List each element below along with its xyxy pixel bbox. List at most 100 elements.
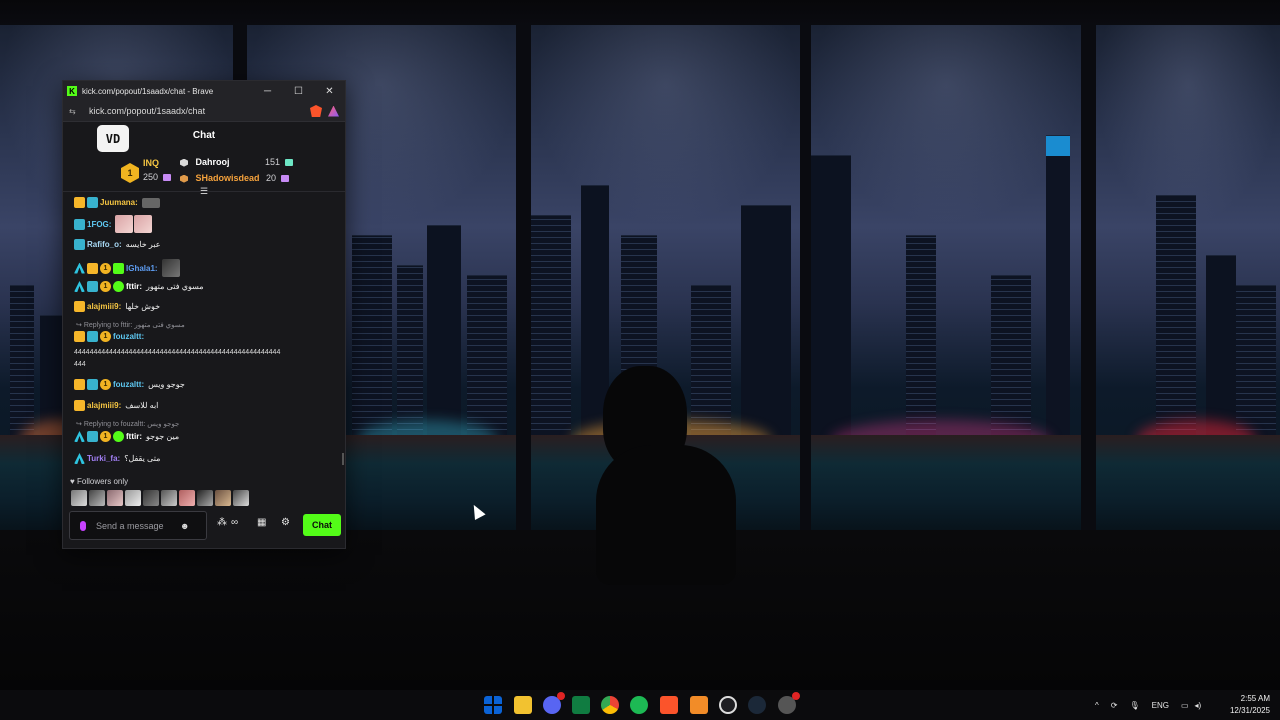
leader-third-name[interactable]: SHadowisdead: [196, 173, 260, 183]
chrome-icon[interactable]: [601, 696, 619, 714]
message-text: عبر خايسه: [125, 240, 161, 249]
infinity-icon[interactable]: ∞: [231, 517, 238, 528]
browser-popup-window[interactable]: K kick.com/popout/1saadx/chat - Brave ─ …: [62, 80, 346, 549]
og-badge-icon: [74, 453, 85, 464]
sub-badge-icon: [87, 379, 98, 390]
spotify-icon[interactable]: [630, 696, 648, 714]
app-icon[interactable]: [690, 696, 708, 714]
avatar[interactable]: [89, 490, 105, 506]
microphone-icon[interactable]: 🎙: [1129, 701, 1139, 710]
leader-third-row: SHadowisdead: [180, 173, 260, 183]
windows-start-icon[interactable]: [484, 696, 502, 714]
brave-shields-icon[interactable]: [310, 105, 322, 117]
site-settings-icon[interactable]: ⇆: [69, 107, 79, 116]
leader-second-row: Dahrooj: [180, 157, 230, 167]
discord-icon[interactable]: [543, 692, 565, 714]
microphone-icon[interactable]: [80, 520, 86, 531]
avatar[interactable]: [161, 490, 177, 506]
username[interactable]: 1FOG:: [87, 220, 111, 229]
message-input[interactable]: [96, 520, 176, 531]
sub-badge-icon: [87, 431, 98, 442]
address-bar[interactable]: ⇆ kick.com/popout/1saadx/chat: [63, 101, 345, 122]
app-icon[interactable]: [778, 692, 800, 714]
username[interactable]: Turki_fa:: [87, 454, 120, 463]
send-chat-button[interactable]: Chat: [303, 514, 341, 536]
username[interactable]: IGhala1:: [126, 264, 158, 273]
chevron-up-icon[interactable]: ^: [1095, 701, 1099, 710]
taskbar: ^ ⟳ 🎙 ENG ▭ ◂) 2:55 AM 12/31/2025: [0, 690, 1280, 720]
heart-icon: ♥: [70, 477, 75, 486]
og-badge-icon: [74, 431, 85, 442]
username[interactable]: fttir:: [126, 282, 142, 291]
reply-context[interactable]: ↪ Replying to fttir: مسوي فتى متهور: [76, 321, 185, 329]
chat-message: Rafifo_o: عبر خايسه: [74, 239, 161, 250]
reply-prefix: Replying to fouzaltt:: [83, 421, 146, 428]
brave-icon[interactable]: [660, 696, 678, 714]
username[interactable]: fouzaltt:: [113, 380, 144, 389]
maximize-button[interactable]: ☐: [283, 81, 314, 101]
leader-second-amount: 151: [265, 157, 281, 167]
share-icon[interactable]: ⁂: [217, 517, 227, 528]
verified-badge-icon: [113, 281, 124, 292]
window-titlebar[interactable]: K kick.com/popout/1saadx/chat - Brave ─ …: [63, 81, 345, 101]
gift-icon: [284, 159, 293, 167]
volume-icon[interactable]: ◂): [1195, 701, 1202, 710]
leader-third-amount: 20: [266, 173, 277, 183]
minimize-button[interactable]: ─: [252, 81, 283, 101]
url-text[interactable]: kick.com/popout/1saadx/chat: [89, 106, 302, 116]
message-text: 4444444444444444444444444444444444444444…: [74, 349, 281, 356]
reply-prefix: Replying to fttir:: [83, 322, 133, 329]
username[interactable]: fttir:: [126, 432, 142, 441]
gift-badge-icon: 1: [100, 431, 111, 442]
recent-chatters-avatars: [71, 490, 251, 506]
language-indicator[interactable]: ENG: [1152, 701, 1169, 710]
username[interactable]: alajmiii9:: [87, 302, 121, 311]
clock[interactable]: 2:55 AM 12/31/2025: [1230, 693, 1270, 717]
reply-context[interactable]: ↪ Replying to fouzaltt: جوجو ويس: [76, 420, 179, 428]
message-text: مسوي فتى متهور: [146, 282, 204, 291]
message-composer[interactable]: ☻: [69, 511, 207, 540]
message-text: جوجو ويس: [148, 380, 185, 389]
username[interactable]: Rafifo_o:: [87, 240, 122, 249]
file-explorer-icon[interactable]: [514, 696, 532, 714]
avatar[interactable]: [197, 490, 213, 506]
leader-first-name[interactable]: INQ: [143, 158, 159, 168]
followers-only-label: Followers only: [76, 477, 129, 486]
username[interactable]: Juumana:: [100, 198, 138, 207]
leader-second-name[interactable]: Dahrooj: [196, 157, 230, 167]
obs-icon[interactable]: [719, 696, 737, 714]
chat-header: VD Chat: [63, 122, 345, 152]
sub-badge-icon: [74, 218, 85, 230]
chat-scrollbar[interactable]: [342, 453, 344, 465]
sub-badge-icon: [87, 281, 98, 292]
avatar[interactable]: [71, 490, 87, 506]
verified-badge-icon: [113, 431, 124, 442]
steam-icon[interactable]: [748, 696, 766, 714]
rank-silver-icon: [180, 158, 188, 167]
avatar[interactable]: [143, 490, 159, 506]
username[interactable]: fouzaltt:: [113, 332, 144, 341]
avatar[interactable]: [233, 490, 249, 506]
username[interactable]: alajmiii9:: [87, 401, 121, 410]
sync-icon[interactable]: ⟳: [1111, 701, 1118, 710]
close-button[interactable]: ✕: [314, 81, 345, 101]
chat-title: Chat: [192, 129, 216, 141]
brave-rewards-icon[interactable]: [328, 105, 339, 117]
gear-icon[interactable]: ⚙: [281, 517, 290, 528]
crown-badge-icon: [74, 331, 85, 342]
xbox-icon[interactable]: [572, 696, 590, 714]
network-icon[interactable]: ▭: [1181, 701, 1189, 710]
kick-favicon-icon: K: [67, 86, 77, 96]
chat-message-list[interactable]: Juumana: 1FOG: Rafifo_o: عبر خايسه 1 IGh…: [63, 193, 345, 473]
crown-badge-icon: [74, 301, 85, 312]
avatar[interactable]: [179, 490, 195, 506]
clock-time: 2:55 AM: [1240, 694, 1270, 703]
crown-badge-icon: [74, 197, 85, 208]
store-icon[interactable]: ▦: [257, 517, 266, 528]
message-text-continued: 444: [74, 361, 86, 368]
emoji-icon[interactable]: ☻: [180, 521, 189, 531]
rank-bronze-icon: [180, 174, 188, 183]
avatar[interactable]: [107, 490, 123, 506]
avatar[interactable]: [215, 490, 231, 506]
avatar[interactable]: [125, 490, 141, 506]
